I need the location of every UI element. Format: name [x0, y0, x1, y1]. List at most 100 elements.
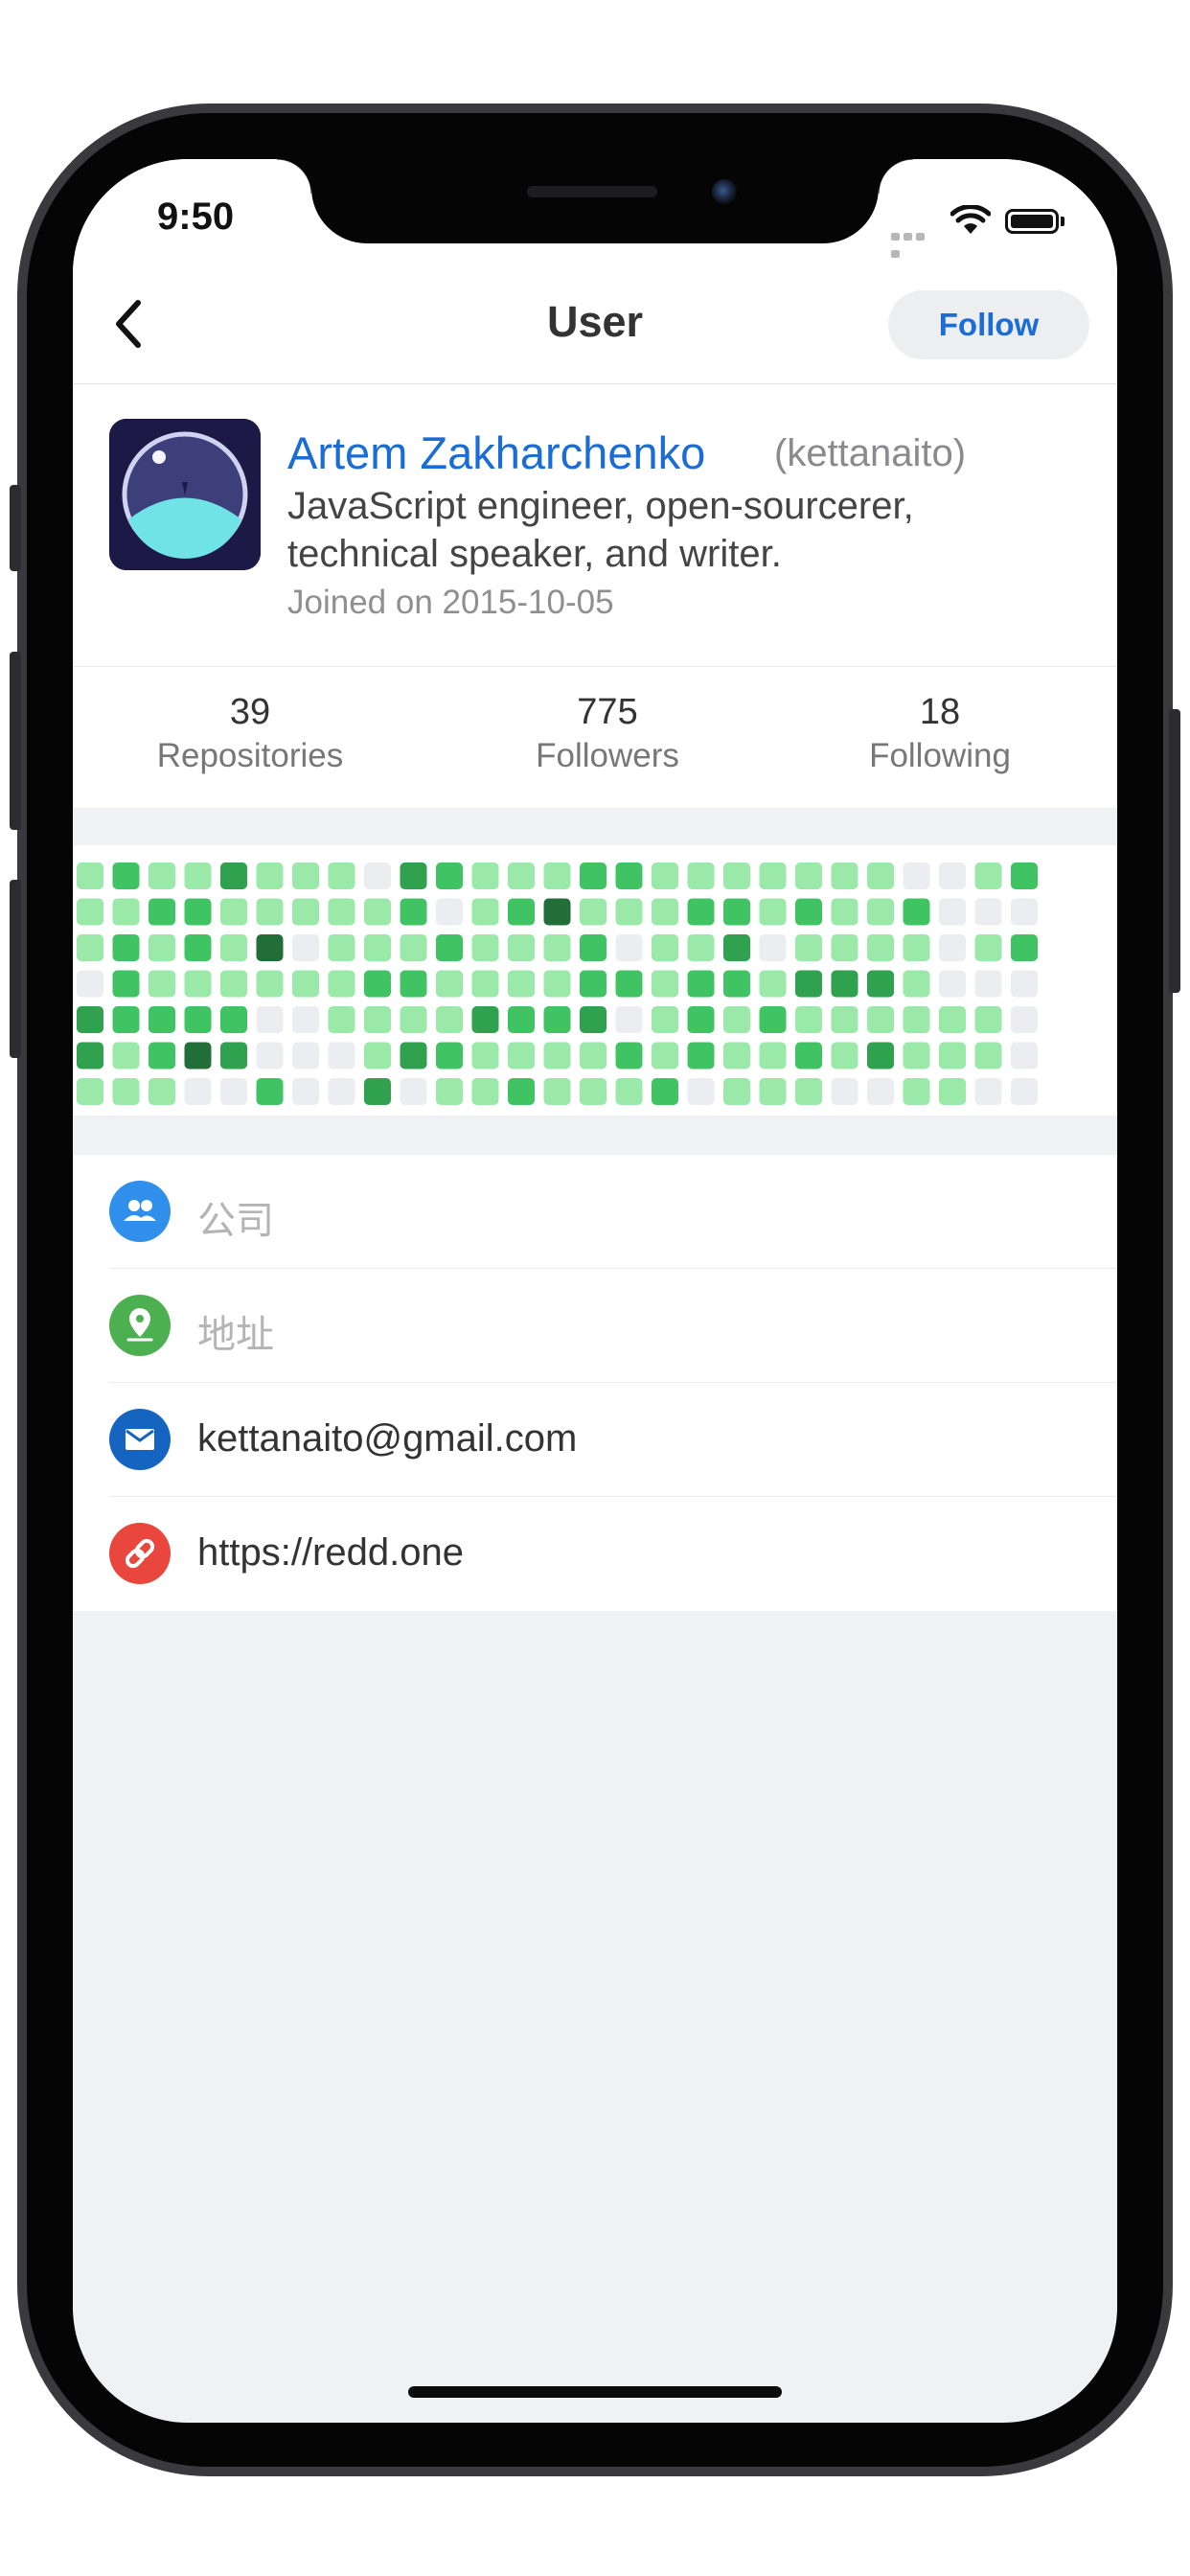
contribution-day — [831, 934, 858, 961]
contribution-day — [1011, 1078, 1038, 1105]
contribution-day — [1011, 898, 1038, 926]
contribution-day — [759, 898, 787, 926]
contribution-day — [436, 970, 463, 998]
contribution-day — [328, 898, 355, 926]
contribution-day — [112, 970, 140, 998]
contribution-day — [292, 970, 319, 998]
contribution-day — [795, 970, 822, 998]
contribution-day — [77, 1006, 103, 1033]
contribution-day — [723, 898, 750, 926]
contribution-day — [615, 1042, 643, 1070]
stat-label: Following — [869, 737, 1011, 774]
stat-repositories[interactable]: 39 Repositories — [121, 692, 379, 775]
contribution-day — [903, 1078, 930, 1105]
contribution-day — [580, 1042, 606, 1070]
stat-followers[interactable]: 775 Followers — [478, 692, 737, 775]
contribution-day — [831, 898, 858, 926]
contribution-day — [543, 1042, 571, 1070]
contribution-day — [795, 934, 822, 961]
contribution-day — [256, 1042, 284, 1070]
contribution-day — [364, 1006, 391, 1033]
contribution-day — [149, 970, 175, 998]
info-row-location[interactable]: 地址 — [73, 1269, 1117, 1383]
contribution-day — [184, 862, 212, 889]
contribution-day — [1011, 970, 1038, 998]
contribution-day — [328, 934, 355, 961]
contribution-day — [400, 934, 427, 961]
contribution-day — [471, 862, 499, 889]
battery-icon — [1005, 209, 1059, 234]
contribution-day — [77, 862, 103, 889]
contribution-day — [471, 1042, 499, 1070]
status-time: 9:50 — [157, 196, 235, 238]
user-name[interactable]: Artem Zakharchenko — [287, 426, 705, 479]
contribution-day — [974, 898, 1002, 926]
contribution-day — [543, 862, 571, 889]
info-email-text: kettanaito@gmail.com — [197, 1417, 578, 1460]
contribution-graph[interactable] — [73, 845, 1117, 1116]
contribution-day — [903, 862, 930, 889]
info-row-company[interactable]: 公司 — [73, 1155, 1117, 1269]
contribution-day — [939, 970, 966, 998]
contribution-day — [77, 1078, 103, 1105]
contribution-day — [400, 1078, 427, 1105]
contribution-grid — [77, 862, 1038, 1105]
earpiece-speaker — [527, 186, 657, 197]
contribution-day — [939, 1078, 966, 1105]
link-icon — [109, 1523, 171, 1584]
contribution-day — [723, 1042, 750, 1070]
front-camera — [712, 179, 737, 204]
contribution-day — [400, 970, 427, 998]
contribution-day — [652, 862, 678, 889]
contribution-day — [939, 1006, 966, 1033]
contribution-day — [974, 970, 1002, 998]
contribution-day — [220, 970, 247, 998]
stats-bar: 39 Repositories 775 Followers 18 Followi… — [73, 666, 1117, 808]
stat-following[interactable]: 18 Following — [811, 692, 1069, 775]
contribution-day — [759, 970, 787, 998]
contribution-day — [112, 1042, 140, 1070]
contribution-day — [77, 1042, 103, 1070]
contribution-day — [687, 898, 715, 926]
contribution-day — [687, 1042, 715, 1070]
contribution-day — [220, 898, 247, 926]
contribution-day — [471, 1078, 499, 1105]
contribution-day — [77, 898, 103, 926]
contribution-day — [543, 970, 571, 998]
contribution-day — [184, 934, 212, 961]
contribution-day — [759, 1078, 787, 1105]
contribution-day — [543, 934, 571, 961]
info-website-text: https://redd.one — [197, 1531, 464, 1574]
info-row-email[interactable]: kettanaito@gmail.com — [73, 1383, 1117, 1497]
contribution-day — [149, 1006, 175, 1033]
contribution-day — [652, 898, 678, 926]
info-row-website[interactable]: https://redd.one — [73, 1497, 1117, 1611]
contribution-day — [184, 1006, 212, 1033]
contribution-day — [580, 898, 606, 926]
contribution-day — [256, 970, 284, 998]
contribution-day — [328, 1078, 355, 1105]
contribution-day — [112, 1078, 140, 1105]
contribution-day — [723, 1078, 750, 1105]
contribution-day — [652, 1006, 678, 1033]
contribution-day — [759, 1042, 787, 1070]
contribution-day — [867, 1042, 894, 1070]
contribution-day — [364, 934, 391, 961]
contribution-day — [436, 862, 463, 889]
contribution-day — [652, 934, 678, 961]
contribution-day — [256, 898, 284, 926]
info-company-text: 公司 — [197, 1200, 274, 1242]
contribution-day — [471, 970, 499, 998]
avatar[interactable] — [109, 419, 261, 570]
contribution-day — [687, 934, 715, 961]
contribution-day — [112, 1006, 140, 1033]
stat-value: 775 — [577, 692, 638, 732]
contribution-day — [903, 898, 930, 926]
contribution-day — [580, 970, 606, 998]
contribution-day — [400, 1042, 427, 1070]
volume-up-button — [10, 652, 21, 830]
battery-cap — [1061, 217, 1064, 226]
contribution-day — [759, 1006, 787, 1033]
follow-button[interactable]: Follow — [888, 290, 1089, 359]
contribution-day — [364, 862, 391, 889]
